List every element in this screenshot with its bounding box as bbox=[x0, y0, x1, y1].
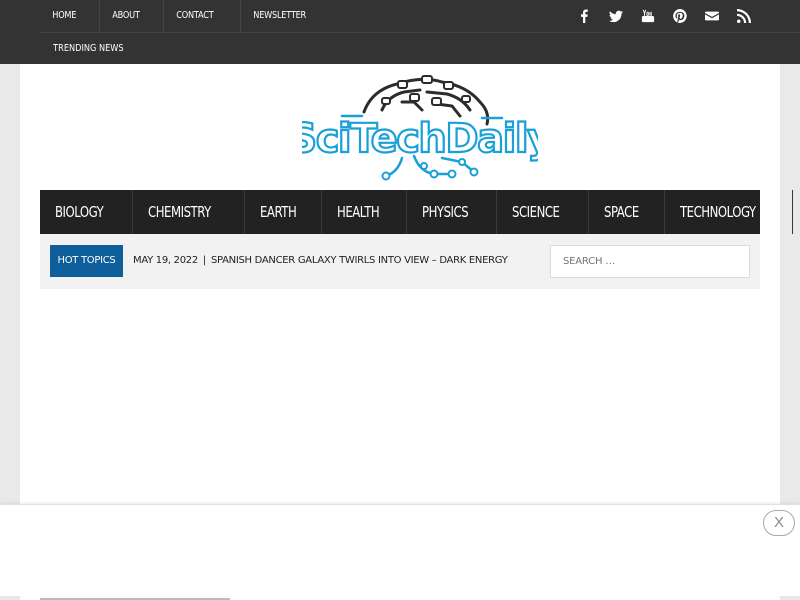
nav-physics[interactable]: PHYSICS bbox=[407, 190, 498, 234]
site-logo[interactable]: SciTechDaily bbox=[287, 72, 556, 184]
trending-row: TRENDING NEWS bbox=[40, 32, 800, 64]
logo-wordmark: SciTechDaily bbox=[302, 116, 538, 162]
social-links bbox=[568, 0, 760, 32]
nav-science-label: SCIENCE bbox=[512, 203, 560, 221]
top-nav-home[interactable]: HOME bbox=[40, 0, 88, 32]
nav-science[interactable]: SCIENCE bbox=[497, 190, 590, 234]
nav-earth-label: EARTH bbox=[259, 203, 297, 221]
search-input[interactable] bbox=[550, 245, 750, 278]
ticker-bar: HOT TOPICS MAY 19, 2022 | SPANISH DANCER G… bbox=[40, 234, 760, 289]
twitter-icon[interactable] bbox=[600, 0, 632, 32]
ticker-headline[interactable]: SPANISH DANCER GALAXY TWIRLS INTO VIEW –… bbox=[211, 255, 508, 266]
nav-earth[interactable]: EARTH bbox=[245, 190, 323, 234]
envelope-icon[interactable] bbox=[696, 0, 728, 32]
youtube-icon[interactable] bbox=[632, 0, 664, 32]
top-nav-contact[interactable]: CONTACT bbox=[164, 0, 226, 32]
nav-physics-label: PHYSICS bbox=[422, 203, 469, 221]
nav-biology[interactable]: BIOLOGY bbox=[40, 190, 133, 234]
nav-space[interactable]: SPACE bbox=[589, 190, 665, 234]
rss-icon[interactable] bbox=[728, 0, 760, 32]
main-nav: BIOLOGY CHEMISTRY EARTH HEALTH PHYSICS S… bbox=[40, 190, 793, 234]
nav-chemistry-label: CHEMISTRY bbox=[148, 203, 211, 221]
nav-technology[interactable]: TECHNOLOGY bbox=[665, 190, 793, 234]
ad-banner: X bbox=[0, 504, 800, 596]
hot-topics-badge: HOT TOPICS bbox=[50, 245, 123, 277]
nav-chemistry[interactable]: CHEMISTRY bbox=[133, 190, 245, 234]
nav-technology-label: TECHNOLOGY bbox=[679, 203, 756, 221]
ticker-separator: | bbox=[202, 255, 206, 266]
nav-biology-label: BIOLOGY bbox=[55, 203, 104, 221]
logo-graphic: SciTechDaily bbox=[287, 75, 556, 181]
ticker-item[interactable]: MAY 19, 2022 | SPANISH DANCER GALAXY TWIRL… bbox=[133, 245, 508, 277]
pinterest-icon[interactable] bbox=[664, 0, 696, 32]
top-nav: HOME ABOUT CONTACT NEWSLETTER bbox=[40, 0, 335, 32]
facebook-icon[interactable] bbox=[568, 0, 600, 32]
top-nav-newsletter[interactable]: NEWSLETTER bbox=[241, 0, 318, 32]
trending-news-link[interactable]: TRENDING NEWS bbox=[40, 33, 663, 64]
nav-health[interactable]: HEALTH bbox=[322, 190, 408, 234]
nav-health-label: HEALTH bbox=[337, 203, 380, 221]
ticker-date: MAY 19, 2022 bbox=[133, 255, 198, 266]
top-bar: HOME ABOUT CONTACT NEWSLETTER TRENDING N… bbox=[0, 0, 800, 64]
nav-space-label: SPACE bbox=[604, 203, 640, 221]
close-ad-button[interactable]: X bbox=[763, 510, 795, 536]
top-nav-about[interactable]: ABOUT bbox=[100, 0, 152, 32]
